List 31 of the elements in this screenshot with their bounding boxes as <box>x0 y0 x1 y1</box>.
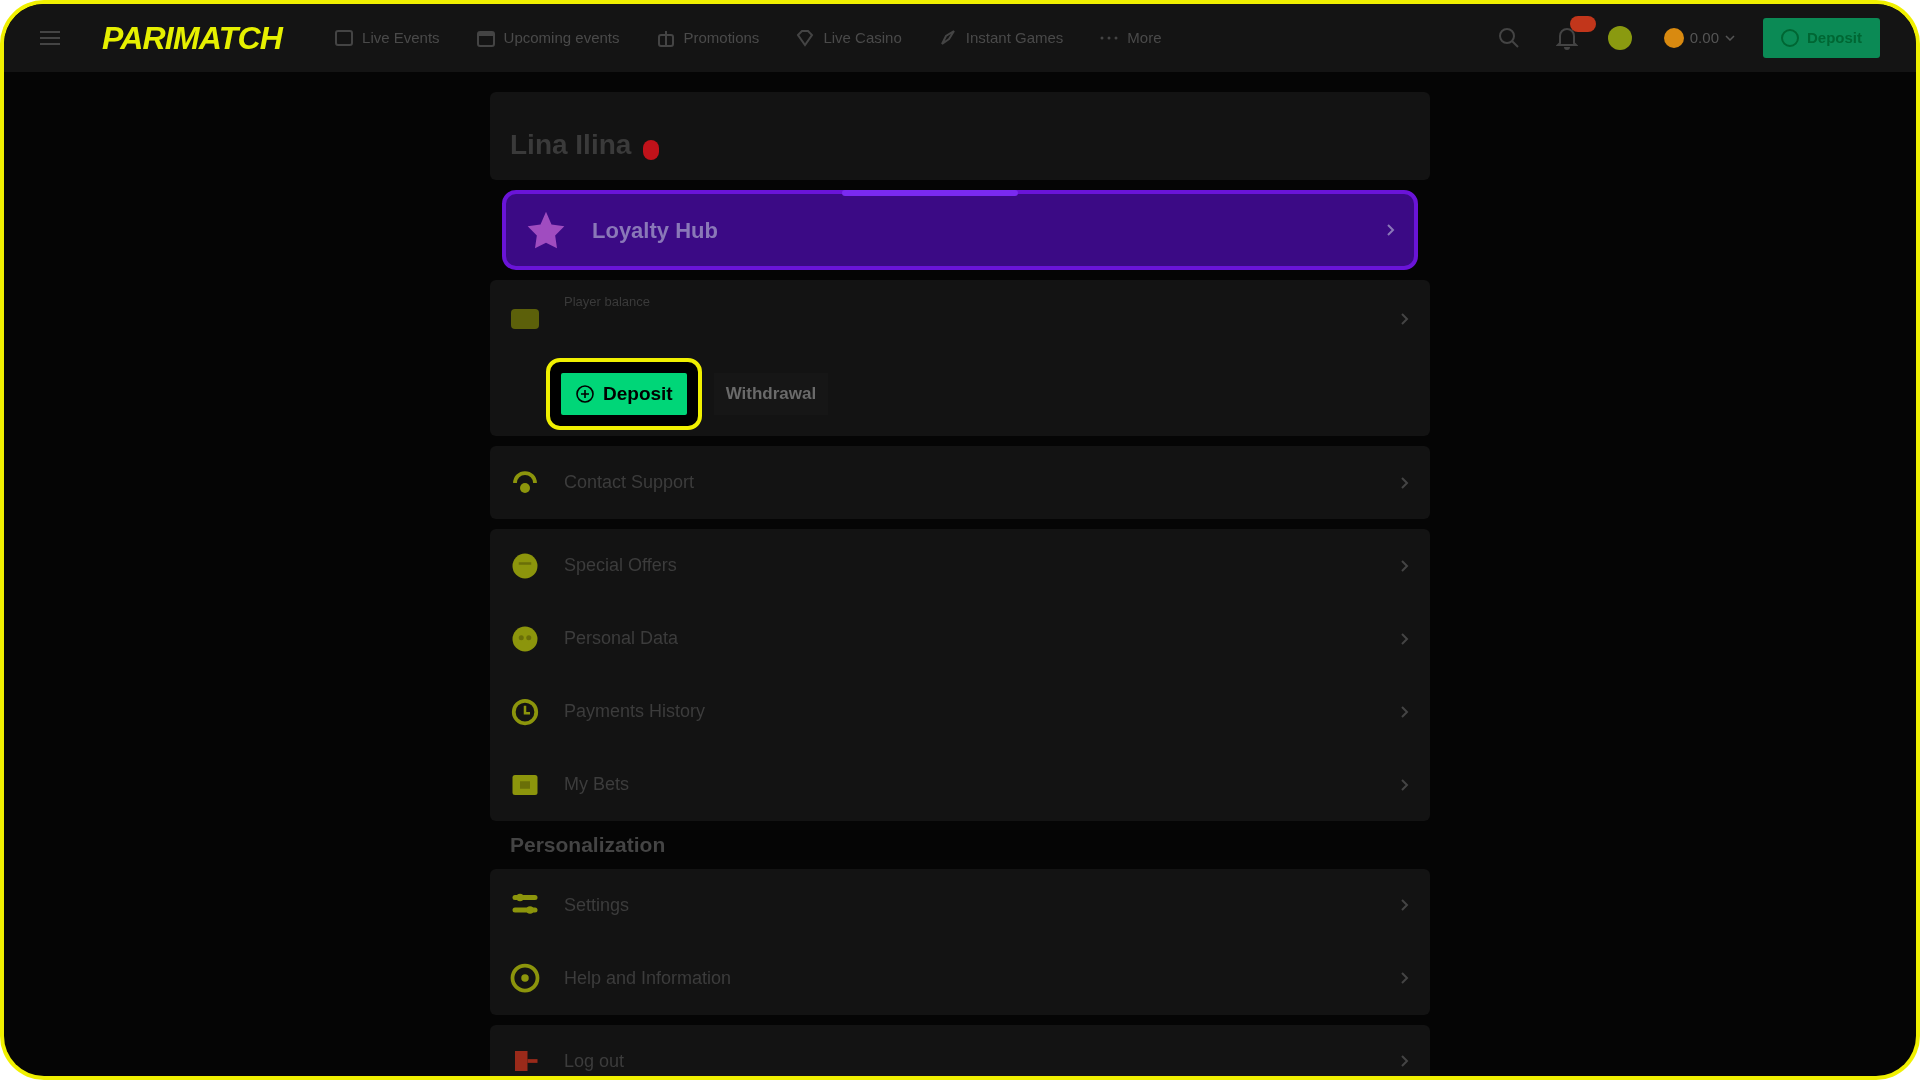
loyalty-hub-banner[interactable]: Loyalty Hub <box>502 190 1418 270</box>
chevron-icon <box>1400 777 1410 792</box>
caret-icon[interactable] <box>1725 35 1735 41</box>
heart-icon <box>643 140 660 160</box>
chevron-icon <box>1400 631 1410 646</box>
history-icon <box>510 696 540 727</box>
diamond-icon <box>795 28 816 48</box>
search-icon[interactable] <box>1497 27 1520 49</box>
coin-icon <box>1663 28 1684 48</box>
deposit-button[interactable]: Deposit <box>561 373 687 415</box>
screen-icon <box>334 28 355 48</box>
section-heading: Personalization <box>509 832 667 858</box>
calendar-icon <box>475 28 496 48</box>
chevron-icon <box>1386 223 1396 237</box>
wallet-icon <box>510 308 540 330</box>
menu-icon[interactable] <box>40 29 60 47</box>
chevron-icon <box>1400 704 1410 719</box>
bell-icon[interactable] <box>1555 26 1578 50</box>
balance-amount[interactable]: 0.00 <box>1689 26 1719 50</box>
avatar-icon[interactable] <box>1607 26 1632 50</box>
chevron-icon <box>1400 558 1410 573</box>
chevron-icon <box>1400 971 1410 985</box>
notification-badge <box>1569 16 1596 32</box>
gift-icon <box>655 28 676 48</box>
chevron-icon <box>1400 898 1410 912</box>
chevron-icon <box>1400 312 1410 326</box>
plus-circle-icon <box>1781 29 1799 47</box>
logo[interactable]: PARIMATCH <box>102 14 283 62</box>
chevron-icon <box>1400 475 1410 490</box>
chevron-icon <box>1400 1054 1410 1068</box>
plus-circle-icon <box>575 384 595 404</box>
